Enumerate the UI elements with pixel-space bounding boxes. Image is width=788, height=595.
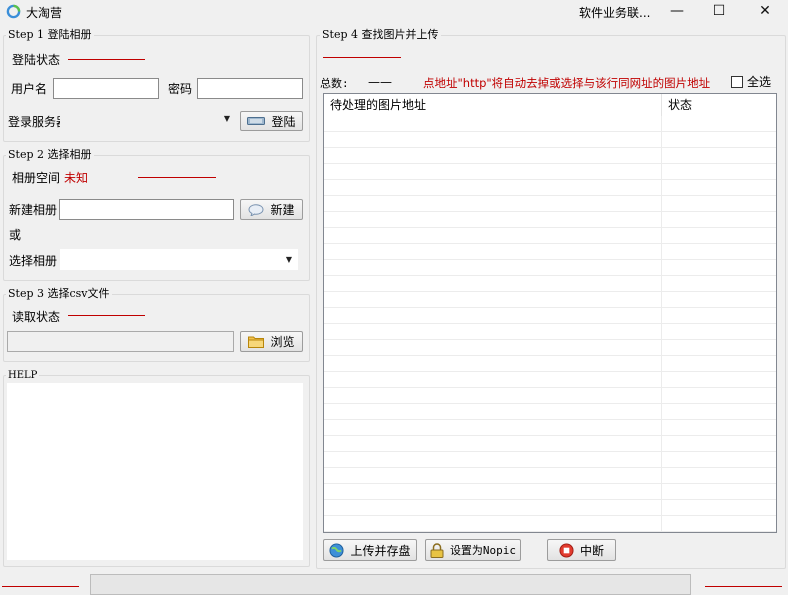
url-hint-text: 点地址"http"将自动去掉或选择与该行同网址的图片地址 xyxy=(423,76,711,90)
title-bar: 大淘营 软件业务联... — ☐ ✕ xyxy=(0,0,788,24)
select-all-checkbox[interactable]: 全选 xyxy=(731,75,771,89)
stop-button[interactable]: 中断 xyxy=(547,539,616,561)
step4-legend: Step 4 查找图片并上传 xyxy=(320,28,441,41)
upload-save-button[interactable]: 上传并存盘 xyxy=(323,539,417,561)
select-album-label: 选择相册 xyxy=(9,254,58,268)
progress-bar xyxy=(90,574,691,595)
album-space-value: 未知 xyxy=(64,171,89,185)
help-legend: HELP xyxy=(6,370,40,382)
speech-bubble-icon xyxy=(248,203,264,216)
window-title: 大淘营 xyxy=(26,6,63,20)
minimize-button[interactable]: — xyxy=(654,0,700,24)
business-contact-link[interactable]: 软件业务联... xyxy=(579,4,650,21)
server-label: 登录服务器 xyxy=(8,115,69,129)
select-all-label: 全选 xyxy=(747,75,772,89)
new-album-label: 新建相册 xyxy=(9,203,58,217)
password-input[interactable] xyxy=(197,78,303,99)
read-status-indicator xyxy=(68,315,145,316)
column-header-url[interactable]: 待处理的图片地址 xyxy=(324,94,662,116)
list-header: 待处理的图片地址 状态 xyxy=(324,94,776,116)
app-logo-icon xyxy=(6,4,21,19)
set-nopic-button-label: 设置为Nopic xyxy=(449,544,517,557)
new-album-input[interactable] xyxy=(59,199,234,220)
step3-legend: Step 3 选择csv文件 xyxy=(6,287,112,300)
column-divider xyxy=(661,94,662,532)
login-button[interactable]: 登陆 xyxy=(240,111,303,131)
image-url-list[interactable]: 待处理的图片地址 状态 xyxy=(323,93,777,533)
total-label: 总数: xyxy=(320,77,349,90)
total-value: —— xyxy=(368,75,392,89)
column-header-status[interactable]: 状态 xyxy=(662,94,776,116)
keyboard-icon xyxy=(247,117,266,125)
read-status-label: 读取状态 xyxy=(12,310,61,324)
step2-legend: Step 2 选择相册 xyxy=(6,148,94,161)
login-status-label: 登陆状态 xyxy=(12,53,61,67)
new-album-button-label: 新建 xyxy=(270,203,295,217)
checkbox-box[interactable] xyxy=(731,76,743,88)
upload-save-button-label: 上传并存盘 xyxy=(350,543,411,558)
login-button-label: 登陆 xyxy=(271,114,296,129)
or-label: 或 xyxy=(9,228,22,242)
set-nopic-button[interactable]: 设置为Nopic xyxy=(425,539,521,561)
browse-button-label: 浏览 xyxy=(270,335,295,349)
password-label: 密码 xyxy=(168,82,193,96)
login-status-indicator xyxy=(68,59,145,60)
new-album-button[interactable]: 新建 xyxy=(240,199,303,220)
folder-icon xyxy=(248,336,265,348)
stop-button-label: 中断 xyxy=(579,543,604,558)
help-text-area[interactable] xyxy=(7,383,303,560)
list-rows xyxy=(324,116,776,532)
step1-legend: Step 1 登陆相册 xyxy=(6,28,94,41)
globe-icon xyxy=(329,542,345,558)
step4-indicator xyxy=(323,57,401,58)
browse-button[interactable]: 浏览 xyxy=(240,331,303,352)
chevron-down-icon: ▼ xyxy=(223,114,230,123)
album-select[interactable]: ▼ xyxy=(60,249,298,270)
username-input[interactable] xyxy=(53,78,159,99)
status-right-indicator xyxy=(705,586,782,587)
server-select[interactable]: ▼ xyxy=(60,110,236,130)
csv-file-path-input[interactable] xyxy=(7,331,234,352)
maximize-button[interactable]: ☐ xyxy=(696,0,742,24)
username-label: 用户名 xyxy=(11,82,48,96)
chevron-down-icon: ▼ xyxy=(285,255,292,264)
album-space-indicator xyxy=(138,177,216,178)
lock-icon xyxy=(430,542,444,558)
close-button[interactable]: ✕ xyxy=(742,0,788,24)
stop-icon xyxy=(559,542,574,558)
album-space-label: 相册空间 xyxy=(12,171,61,185)
status-left-indicator xyxy=(2,586,79,587)
